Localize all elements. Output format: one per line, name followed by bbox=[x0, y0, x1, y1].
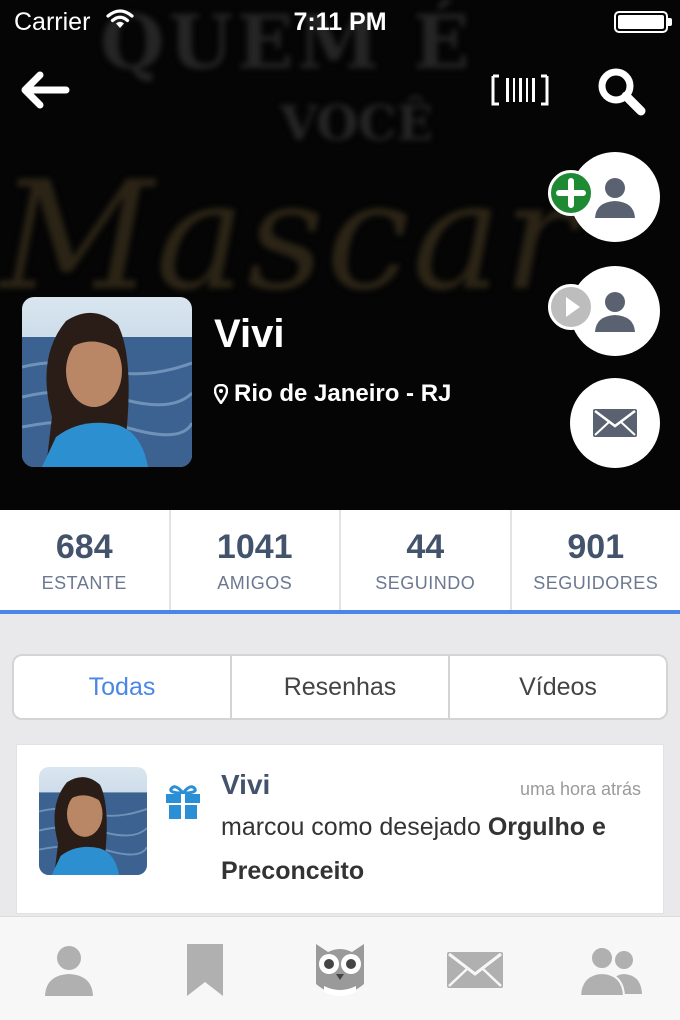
clock: 7:11 PM bbox=[293, 8, 387, 36]
stat-label: SEGUINDO bbox=[375, 573, 476, 593]
stat-amigos[interactable]: 1041 AMIGOS bbox=[171, 510, 341, 610]
feed-item[interactable]: Vivi uma hora atrás marcou como desejado… bbox=[16, 744, 664, 914]
stat-value: 44 bbox=[406, 528, 445, 566]
plus-icon bbox=[548, 170, 594, 216]
location-pin-icon bbox=[214, 384, 228, 404]
search-button[interactable] bbox=[594, 64, 648, 118]
tab-resenhas[interactable]: Resenhas bbox=[232, 656, 450, 718]
profile-photo bbox=[39, 767, 147, 875]
tab-videos[interactable]: Vídeos bbox=[450, 656, 666, 718]
profile-stats: 684 ESTANTE 1041 AMIGOS 44 SEGUINDO 901 … bbox=[0, 510, 680, 614]
tab-messages[interactable] bbox=[440, 935, 510, 1005]
bookmark-icon bbox=[187, 944, 223, 996]
stat-value: 901 bbox=[567, 528, 625, 566]
person-icon bbox=[595, 178, 635, 218]
back-arrow-icon bbox=[21, 71, 70, 109]
friends-icon bbox=[578, 946, 642, 997]
barcode-scan-button[interactable] bbox=[490, 68, 550, 112]
stat-estante[interactable]: 684 ESTANTE bbox=[0, 510, 171, 610]
play-icon bbox=[548, 284, 594, 330]
tab-todas[interactable]: Todas bbox=[14, 656, 232, 718]
search-icon bbox=[598, 68, 646, 116]
profile-icon bbox=[45, 946, 93, 996]
profile-header: QUEM É VOCÊ Mascar Carrier 7:11 PM Vivi … bbox=[0, 0, 680, 510]
gift-icon bbox=[163, 781, 203, 826]
owl-icon bbox=[316, 944, 364, 996]
battery-icon bbox=[614, 11, 668, 33]
tab-bookmarks[interactable] bbox=[170, 935, 240, 1005]
bottom-tab-bar bbox=[0, 916, 680, 1020]
message-button[interactable] bbox=[570, 378, 660, 468]
activity-filter-tabs: Todas Resenhas Vídeos bbox=[12, 654, 668, 720]
battery-cap bbox=[668, 18, 672, 26]
stat-label: ESTANTE bbox=[41, 573, 127, 593]
stat-label: AMIGOS bbox=[217, 573, 293, 593]
mail-icon bbox=[447, 952, 503, 988]
stat-seguindo[interactable]: 44 SEGUINDO bbox=[341, 510, 512, 610]
feed-avatar[interactable] bbox=[39, 767, 147, 875]
app: QUEM É VOCÊ Mascar Carrier 7:11 PM Vivi … bbox=[0, 0, 680, 1020]
stat-value: 684 bbox=[55, 528, 113, 566]
tab-friends[interactable] bbox=[576, 935, 646, 1005]
profile-location: Rio de Janeiro - RJ bbox=[214, 380, 451, 408]
stat-label: SEGUIDORES bbox=[533, 573, 659, 593]
barcode-icon bbox=[491, 74, 549, 106]
feed-user-name[interactable]: Vivi bbox=[221, 769, 270, 801]
feed-text: marcou como desejado Orgulho e Preconcei… bbox=[221, 805, 641, 893]
tab-profile[interactable] bbox=[34, 935, 104, 1005]
person-icon bbox=[595, 292, 635, 332]
stat-value: 1041 bbox=[216, 528, 293, 566]
stat-seguidores[interactable]: 901 SEGUIDORES bbox=[512, 510, 680, 610]
feed-timestamp: uma hora atrás bbox=[519, 779, 641, 799]
background-text: VOCÊ bbox=[280, 96, 433, 152]
feed-action: marcou como desejado bbox=[221, 813, 481, 841]
profile-avatar[interactable] bbox=[22, 297, 192, 467]
status-bar: Carrier 7:11 PM bbox=[0, 0, 680, 44]
profile-photo bbox=[22, 297, 192, 467]
back-button[interactable] bbox=[18, 68, 72, 112]
location-text: Rio de Janeiro - RJ bbox=[234, 380, 452, 407]
profile-name: Vivi bbox=[214, 312, 285, 356]
envelope-icon bbox=[593, 409, 637, 437]
tab-home[interactable] bbox=[305, 935, 375, 1005]
